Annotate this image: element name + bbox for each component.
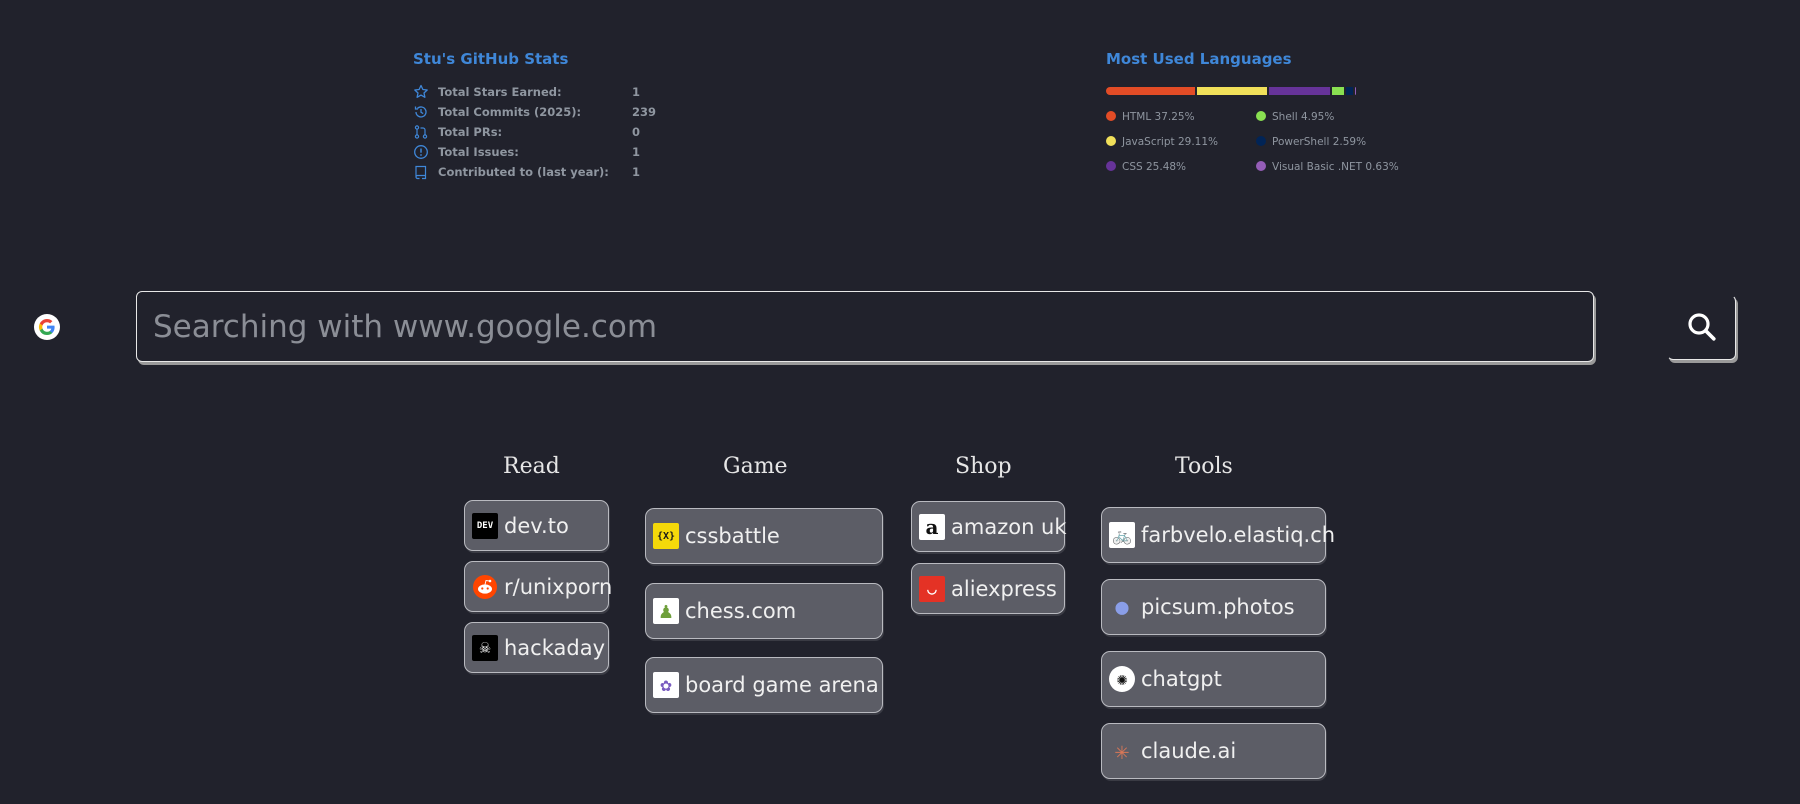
language-bar-segment (1332, 87, 1345, 95)
bookmark-label: aliexpress (951, 576, 1057, 601)
bookmark-farbvelo[interactable]: 🚲 farbvelo.elastiq.ch (1101, 507, 1335, 563)
bookmark-picsum[interactable]: ● picsum.photos (1101, 579, 1326, 635)
language-progress-bar (1106, 87, 1358, 95)
languages-title: Most Used Languages (1106, 50, 1292, 68)
language-bar-segment (1106, 87, 1196, 95)
github-stats-card: Stu's GitHub Stats Total Stars Earned: 1… (413, 50, 773, 182)
star-icon (414, 84, 428, 98)
bookmark-label: claude.ai (1141, 739, 1237, 763)
language-color-dot (1106, 161, 1116, 171)
bookmark-column-title-game: Game (723, 454, 788, 479)
bookmark-label: farbvelo.elastiq.ch (1141, 523, 1336, 547)
language-color-dot (1256, 111, 1266, 121)
bicycle-icon: 🚲 (1109, 522, 1135, 548)
boardgamearena-icon: ✿ (653, 672, 679, 698)
bookmark-label: amazon uk (951, 514, 1067, 539)
stat-label: Total Commits (2025): (438, 105, 582, 119)
language-bar-segment (1354, 87, 1356, 95)
stat-label: Total PRs: (438, 125, 503, 139)
stat-value: 239 (632, 105, 657, 119)
language-color-dot (1256, 161, 1266, 171)
bookmark-claude[interactable]: ✳ claude.ai (1101, 723, 1326, 779)
stat-row-prs: Total PRs: 0 (413, 122, 773, 142)
stat-label: Contributed to (last year): (438, 165, 609, 179)
history-icon (414, 106, 427, 118)
language-legend-item: CSS 25.48% (1106, 161, 1186, 173)
language-color-dot (1106, 111, 1116, 121)
search-input[interactable] (136, 291, 1594, 362)
picsum-icon: ● (1115, 594, 1129, 620)
chess-pawn-icon: ♟ (653, 598, 679, 624)
bookmark-board-game-arena[interactable]: ✿ board game arena (645, 657, 883, 713)
bookmark-label: cssbattle (685, 524, 780, 548)
bookmark-label: r/unixporn (504, 574, 613, 599)
bookmark-column-title-shop: Shop (955, 454, 1012, 479)
cssbattle-icon: {X} (653, 523, 679, 549)
stat-value: 0 (632, 125, 641, 139)
language-bar-segment (1269, 87, 1331, 95)
bookmark-column-title-tools: Tools (1175, 454, 1233, 479)
bookmark-label: chatgpt (1141, 667, 1222, 691)
language-legend-item: PowerShell 2.59% (1256, 136, 1366, 148)
bookmark-chess[interactable]: ♟ chess.com (645, 583, 883, 639)
search-icon (1688, 313, 1716, 341)
bookmark-label: chess.com (685, 599, 797, 623)
languages-card: Most Used Languages HTML 37.25% JavaScri… (1106, 50, 1406, 173)
bookmark-aliexpress[interactable]: ◡ aliexpress (911, 563, 1065, 614)
aliexpress-icon: ◡ (919, 575, 945, 602)
bookmark-column-title-read: Read (503, 454, 560, 479)
pull-request-icon (414, 125, 428, 139)
repo-icon (415, 165, 427, 180)
hackaday-icon: ☠ (472, 634, 498, 661)
google-icon[interactable] (34, 314, 60, 340)
language-legend-item: JavaScript 29.11% (1106, 136, 1218, 148)
devto-icon: DEV (472, 512, 498, 539)
language-legend-item: HTML 37.25% (1106, 111, 1195, 123)
stat-row-issues: Total Issues: 1 (413, 142, 773, 162)
language-color-dot (1106, 136, 1116, 146)
github-stats-title: Stu's GitHub Stats (413, 50, 569, 68)
bookmark-label: dev.to (504, 513, 569, 538)
stat-label: Total Stars Earned: (438, 85, 562, 99)
bookmark-chatgpt[interactable]: ✺ chatgpt (1101, 651, 1326, 707)
stat-row-commits: Total Commits (2025): 239 (413, 102, 773, 122)
bookmark-label: board game arena (685, 673, 879, 697)
chatgpt-icon: ✺ (1109, 666, 1135, 692)
stat-row-stars: Total Stars Earned: 1 (413, 82, 773, 102)
language-legend-item: Visual Basic .NET 0.63% (1256, 161, 1399, 173)
bookmark-label: hackaday (504, 635, 606, 660)
language-legend-item: Shell 4.95% (1256, 111, 1334, 123)
reddit-icon (472, 574, 498, 600)
search-button[interactable] (1667, 295, 1736, 360)
bookmark-amazon-uk[interactable]: a amazon uk (911, 501, 1067, 552)
bookmark-devto[interactable]: DEV dev.to (464, 500, 609, 551)
stat-row-contributed: Contributed to (last year): 1 (413, 162, 773, 182)
language-bar-segment (1197, 87, 1268, 95)
claude-icon: ✳ (1114, 737, 1130, 765)
amazon-icon: a (919, 513, 945, 540)
stat-value: 1 (632, 145, 641, 159)
issue-icon (414, 145, 428, 159)
language-color-dot (1256, 136, 1266, 146)
bookmark-unixporn[interactable]: r/unixporn (464, 561, 613, 612)
bookmark-label: picsum.photos (1141, 595, 1295, 619)
stat-value: 1 (632, 165, 641, 179)
stat-value: 1 (632, 85, 641, 99)
language-bar-segment (1346, 87, 1353, 95)
stat-label: Total Issues: (438, 145, 519, 159)
bookmark-cssbattle[interactable]: {X} cssbattle (645, 508, 883, 564)
bookmark-hackaday[interactable]: ☠ hackaday (464, 622, 609, 673)
